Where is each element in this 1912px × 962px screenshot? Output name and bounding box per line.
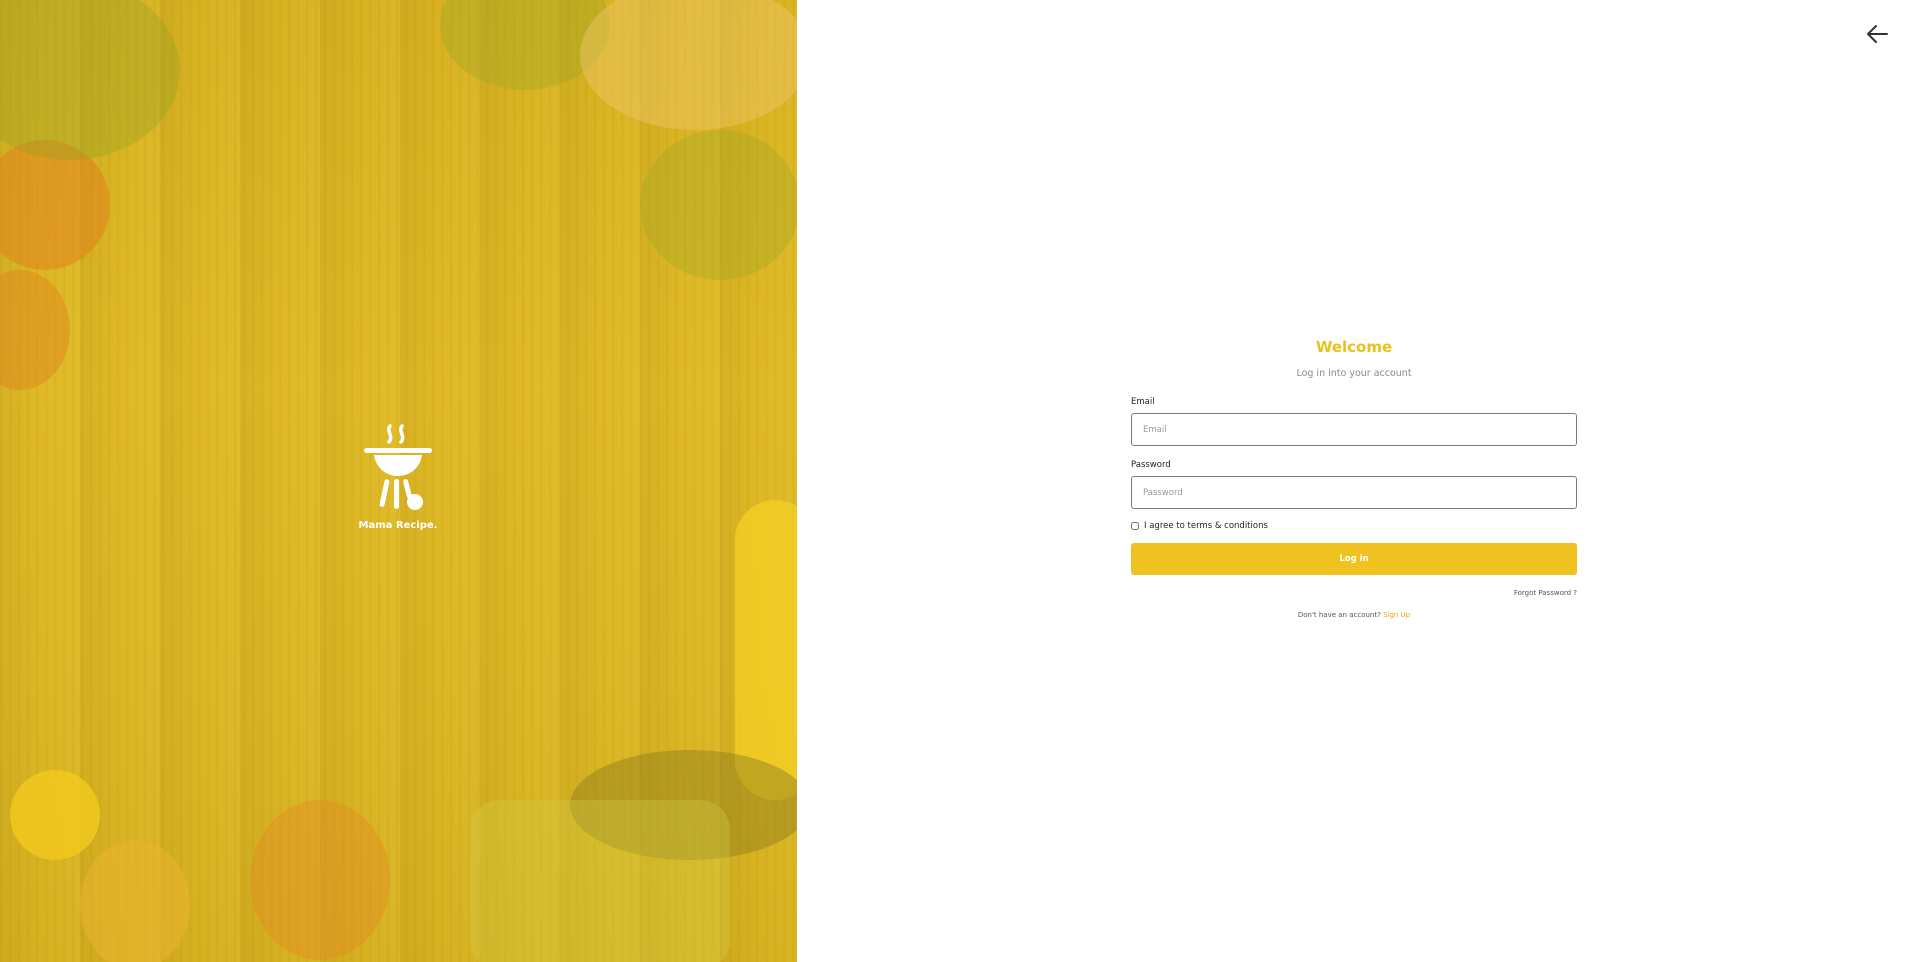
terms-checkbox[interactable] <box>1131 522 1139 530</box>
signup-link[interactable]: Sign Up <box>1383 611 1410 619</box>
terms-label: I agree to terms & conditions <box>1144 521 1268 531</box>
password-label: Password <box>1131 460 1171 470</box>
grill-icon <box>364 424 432 510</box>
login-button[interactable]: Log in <box>1131 543 1577 575</box>
brand-name: Mama Recipe. <box>358 520 438 531</box>
page-subtitle: Log in into your account <box>1296 368 1412 379</box>
page-title: Welcome <box>1315 338 1393 356</box>
email-label: Email <box>1131 397 1155 407</box>
terms-row[interactable]: I agree to terms & conditions <box>1131 521 1577 531</box>
signup-prompt: Don't have an account? <box>1297 611 1381 619</box>
login-form: Welcome Log in into your account Email P… <box>1131 338 1577 619</box>
forgot-password-link[interactable]: Forgot Password ? <box>1131 589 1577 597</box>
signup-row: Don't have an account? Sign Up <box>1131 611 1577 619</box>
password-field[interactable] <box>1131 476 1577 509</box>
email-field[interactable] <box>1131 413 1577 446</box>
brand-logo: Mama Recipe. <box>356 422 440 531</box>
back-button[interactable] <box>1864 20 1892 48</box>
arrow-left-icon <box>1867 25 1888 43</box>
hero-image-panel: Mama Recipe. <box>0 0 797 962</box>
